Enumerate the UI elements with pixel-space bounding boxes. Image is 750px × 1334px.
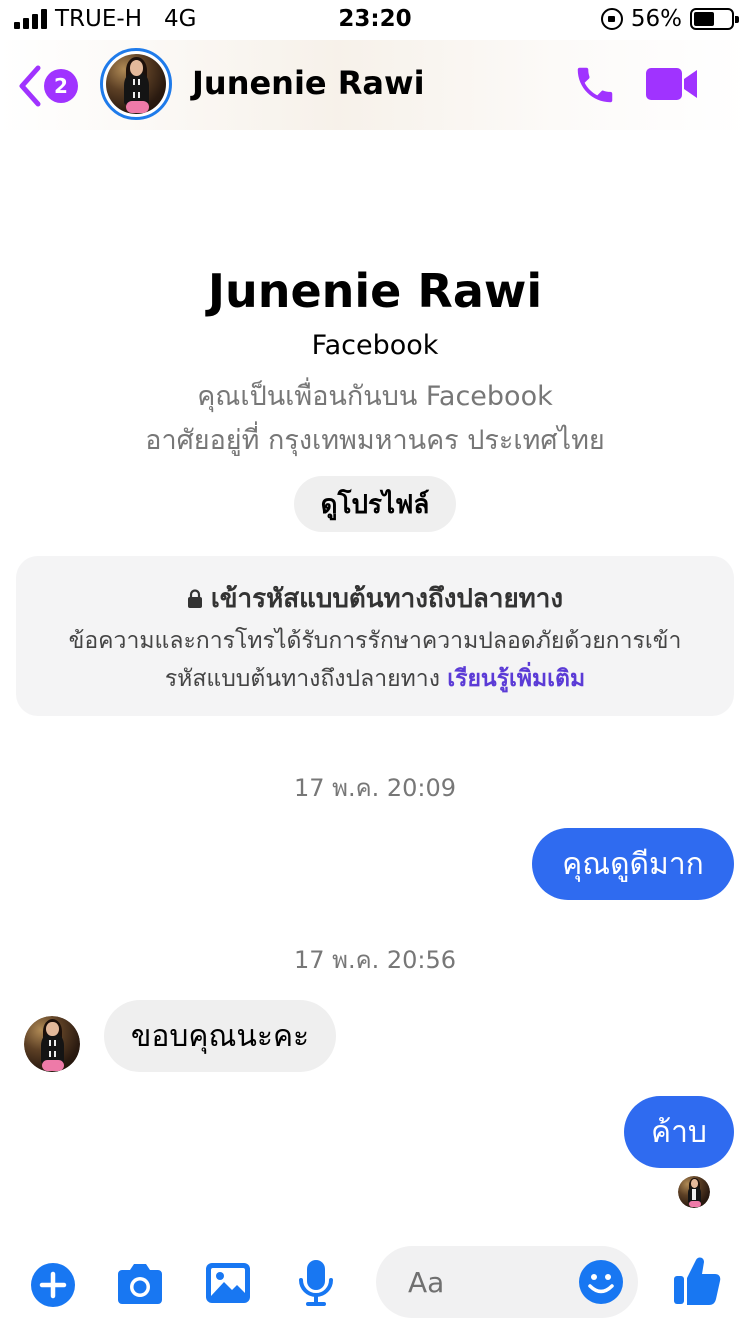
composer-bar: Aa bbox=[0, 1240, 750, 1334]
encryption-title-row: เข้ารหัสแบบต้นทางถึงปลายทาง bbox=[16, 578, 734, 619]
camera-icon bbox=[118, 1264, 162, 1304]
orientation-lock-icon bbox=[600, 8, 623, 30]
profile-friends-text: คุณเป็นเพื่อนกันบน Facebook bbox=[197, 381, 553, 412]
gallery-button[interactable] bbox=[204, 1260, 252, 1310]
plus-icon bbox=[31, 1263, 75, 1307]
header-avatar[interactable] bbox=[100, 48, 172, 120]
lock-icon bbox=[187, 588, 202, 608]
image-icon bbox=[206, 1263, 250, 1303]
status-right: 56% bbox=[600, 6, 739, 32]
profile-location: อาศัยอยู่ที่ กรุงเทพมหานคร ประเทศไทย bbox=[145, 425, 605, 456]
microphone-icon bbox=[299, 1260, 333, 1306]
back-button[interactable]: 2 bbox=[16, 64, 78, 108]
camera-button[interactable] bbox=[114, 1262, 166, 1312]
voice-message-button[interactable] bbox=[296, 1258, 336, 1312]
back-chevron-icon bbox=[19, 65, 41, 107]
more-actions-button[interactable] bbox=[30, 1262, 76, 1312]
encryption-body-line1: ข้อความและการโทรได้รับการรักษาความปลอดภั… bbox=[68, 628, 682, 654]
emoji-icon bbox=[579, 1260, 623, 1304]
profile-name: Junenie Rawi bbox=[207, 264, 543, 318]
encryption-notice: เข้ารหัสแบบต้นทางถึงปลายทาง ข้อความและกา… bbox=[16, 556, 734, 716]
message-outgoing[interactable]: คุณดูดีมาก bbox=[532, 828, 734, 900]
unread-badge: 2 bbox=[44, 69, 78, 103]
profile-platform: Facebook bbox=[311, 330, 439, 361]
message-incoming[interactable]: ขอบคุณนะคะ bbox=[104, 1000, 336, 1072]
contact-avatar[interactable] bbox=[24, 1016, 80, 1072]
emoji-button[interactable] bbox=[578, 1259, 624, 1309]
battery-icon bbox=[690, 8, 739, 30]
timestamp: 17 พ.ค. 20:56 bbox=[293, 946, 457, 974]
timestamp: 17 พ.ค. 20:09 bbox=[293, 774, 457, 802]
message-input[interactable]: Aa bbox=[376, 1246, 638, 1318]
voice-call-button[interactable] bbox=[572, 62, 618, 112]
contact-name[interactable]: Junenie Rawi bbox=[192, 64, 425, 102]
message-outgoing[interactable]: ค้าบ bbox=[624, 1096, 734, 1168]
battery-percent: 56% bbox=[630, 6, 682, 32]
seen-receipt-avatar bbox=[678, 1176, 710, 1208]
encryption-body-line2: รหัสแบบต้นทางถึงปลายทาง bbox=[164, 666, 440, 692]
message-input-placeholder: Aa bbox=[408, 1266, 445, 1299]
encryption-title: เข้ารหัสแบบต้นทางถึงปลายทาง bbox=[210, 584, 564, 614]
phone-icon bbox=[577, 67, 613, 103]
video-call-button[interactable] bbox=[644, 64, 700, 108]
chat-header: 2 Junenie Rawi bbox=[0, 40, 750, 130]
view-profile-button[interactable]: ดูโปรไฟล์ bbox=[294, 476, 456, 532]
encryption-body: ข้อความและการโทรได้รับการรักษาความปลอดภั… bbox=[36, 622, 714, 698]
thumbs-up-icon bbox=[674, 1257, 721, 1305]
learn-more-link[interactable]: เรียนรู้เพิ่มเติม bbox=[447, 666, 585, 692]
video-camera-icon bbox=[646, 68, 697, 100]
like-button[interactable] bbox=[672, 1254, 722, 1310]
status-bar: TRUE-H 4G 23:20 56% bbox=[0, 0, 750, 40]
